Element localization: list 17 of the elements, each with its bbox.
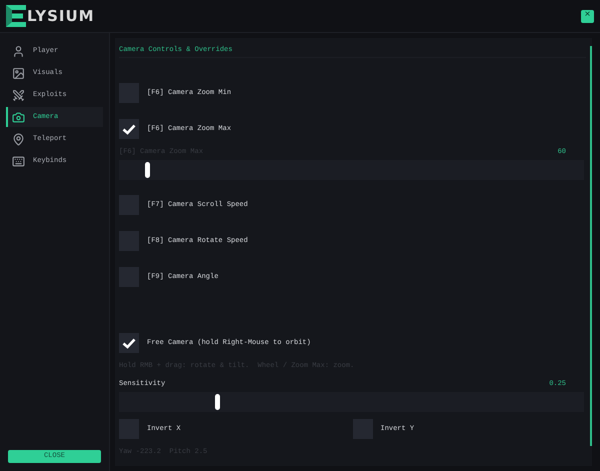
keyboard-icon <box>12 154 25 168</box>
close-button[interactable]: × <box>581 10 594 22</box>
camera-icon <box>12 110 25 124</box>
logo-icon <box>6 5 26 27</box>
checkbox[interactable] <box>119 333 139 353</box>
person-icon <box>12 44 25 58</box>
slider[interactable] <box>119 160 584 180</box>
slider-thumb[interactable] <box>214 394 220 410</box>
slider[interactable] <box>119 392 584 412</box>
checkbox[interactable] <box>119 119 139 139</box>
image-icon <box>12 66 25 80</box>
swords-icon <box>12 88 25 102</box>
check-icon <box>122 124 136 134</box>
map-pin-icon <box>12 132 25 146</box>
check-icon <box>122 338 136 348</box>
logo-text: LYSIUM <box>27 6 95 27</box>
scrollbar-thumb[interactable] <box>590 46 592 446</box>
